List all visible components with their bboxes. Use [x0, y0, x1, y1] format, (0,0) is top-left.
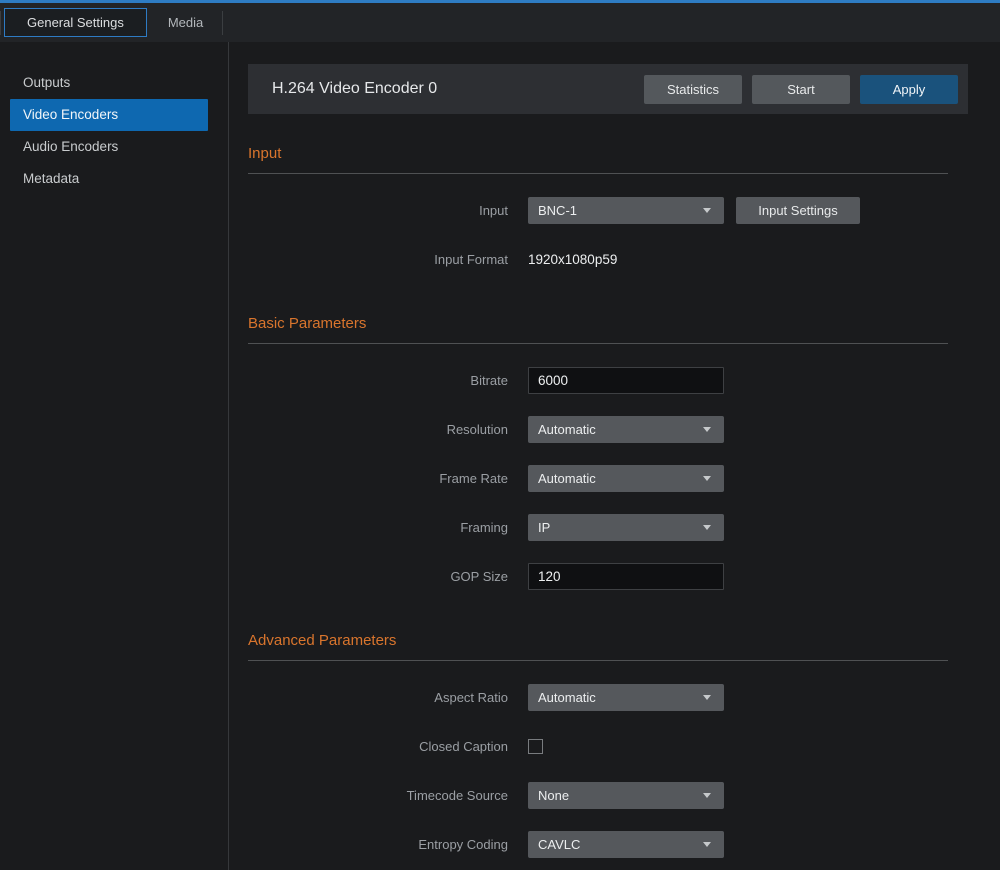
resolution-select[interactable]: Automatic — [528, 416, 724, 443]
timecode-source-row: Timecode Source None — [248, 771, 948, 820]
entropy-coding-label: Entropy Coding — [248, 837, 528, 852]
statistics-button[interactable]: Statistics — [644, 75, 742, 104]
timecode-source-label: Timecode Source — [248, 788, 528, 803]
timecode-source-select-value: None — [538, 788, 569, 803]
encoder-header-panel: H.264 Video Encoder 0 Statistics Start A… — [248, 64, 968, 114]
bitrate-row: Bitrate — [248, 356, 948, 405]
sidebar-item-metadata[interactable]: Metadata — [10, 163, 208, 195]
sidebar-item-video-encoders[interactable]: Video Encoders — [10, 99, 208, 131]
input-settings-button[interactable]: Input Settings — [736, 197, 860, 224]
resolution-label: Resolution — [248, 422, 528, 437]
entropy-coding-select-value: CAVLC — [538, 837, 580, 852]
section-advanced-parameters: Advanced Parameters Aspect Ratio Automat… — [248, 632, 948, 869]
entropy-coding-row: Entropy Coding CAVLC — [248, 820, 948, 869]
input-row: Input BNC-1 Input Settings — [248, 186, 948, 235]
chevron-down-icon — [703, 427, 711, 432]
tab-general-settings[interactable]: General Settings — [4, 8, 147, 37]
resolution-select-value: Automatic — [538, 422, 596, 437]
tab-separator — [222, 11, 223, 35]
frame-rate-label: Frame Rate — [248, 471, 528, 486]
input-format-row: Input Format 1920x1080p59 — [248, 235, 948, 284]
sidebar-item-audio-encoders[interactable]: Audio Encoders — [10, 131, 208, 163]
page-title: H.264 Video Encoder 0 — [272, 80, 634, 98]
input-select[interactable]: BNC-1 — [528, 197, 724, 224]
aspect-ratio-select-value: Automatic — [538, 690, 596, 705]
chevron-down-icon — [703, 525, 711, 530]
framing-select-value: IP — [538, 520, 550, 535]
input-format-label: Input Format — [248, 252, 528, 267]
section-title-basic-parameters: Basic Parameters — [248, 315, 948, 332]
tab-separator — [0, 11, 1, 35]
frame-rate-select[interactable]: Automatic — [528, 465, 724, 492]
chevron-down-icon — [703, 842, 711, 847]
section-title-advanced-parameters: Advanced Parameters — [248, 632, 948, 649]
content-area: H.264 Video Encoder 0 Statistics Start A… — [229, 42, 1000, 870]
sidebar-item-outputs[interactable]: Outputs — [10, 67, 208, 99]
entropy-coding-select[interactable]: CAVLC — [528, 831, 724, 858]
input-format-value: 1920x1080p59 — [528, 252, 617, 267]
chevron-down-icon — [703, 208, 711, 213]
aspect-ratio-select[interactable]: Automatic — [528, 684, 724, 711]
closed-caption-label: Closed Caption — [248, 739, 528, 754]
frame-rate-select-value: Automatic — [538, 471, 596, 486]
closed-caption-checkbox[interactable] — [528, 739, 543, 754]
timecode-source-select[interactable]: None — [528, 782, 724, 809]
input-label: Input — [248, 203, 528, 218]
frame-rate-row: Frame Rate Automatic — [248, 454, 948, 503]
resolution-row: Resolution Automatic — [248, 405, 948, 454]
top-tab-bar: General Settings Media — [0, 3, 1000, 42]
section-title-input: Input — [248, 145, 948, 162]
bitrate-label: Bitrate — [248, 373, 528, 388]
gop-size-input[interactable] — [528, 563, 724, 590]
input-select-value: BNC-1 — [538, 203, 577, 218]
bitrate-input[interactable] — [528, 367, 724, 394]
aspect-ratio-label: Aspect Ratio — [248, 690, 528, 705]
framing-label: Framing — [248, 520, 528, 535]
chevron-down-icon — [703, 793, 711, 798]
start-button[interactable]: Start — [752, 75, 850, 104]
tab-media[interactable]: Media — [151, 9, 220, 36]
framing-row: Framing IP — [248, 503, 948, 552]
gop-size-row: GOP Size — [248, 552, 948, 601]
section-basic-parameters: Basic Parameters Bitrate Resolution Auto — [248, 315, 948, 601]
framing-select[interactable]: IP — [528, 514, 724, 541]
aspect-ratio-row: Aspect Ratio Automatic — [248, 673, 948, 722]
gop-size-label: GOP Size — [248, 569, 528, 584]
chevron-down-icon — [703, 695, 711, 700]
chevron-down-icon — [703, 476, 711, 481]
section-input: Input Input BNC-1 Input Settings — [248, 145, 948, 284]
apply-button[interactable]: Apply — [860, 75, 958, 104]
closed-caption-row: Closed Caption — [248, 722, 948, 771]
sidebar: Outputs Video Encoders Audio Encoders Me… — [0, 42, 229, 870]
